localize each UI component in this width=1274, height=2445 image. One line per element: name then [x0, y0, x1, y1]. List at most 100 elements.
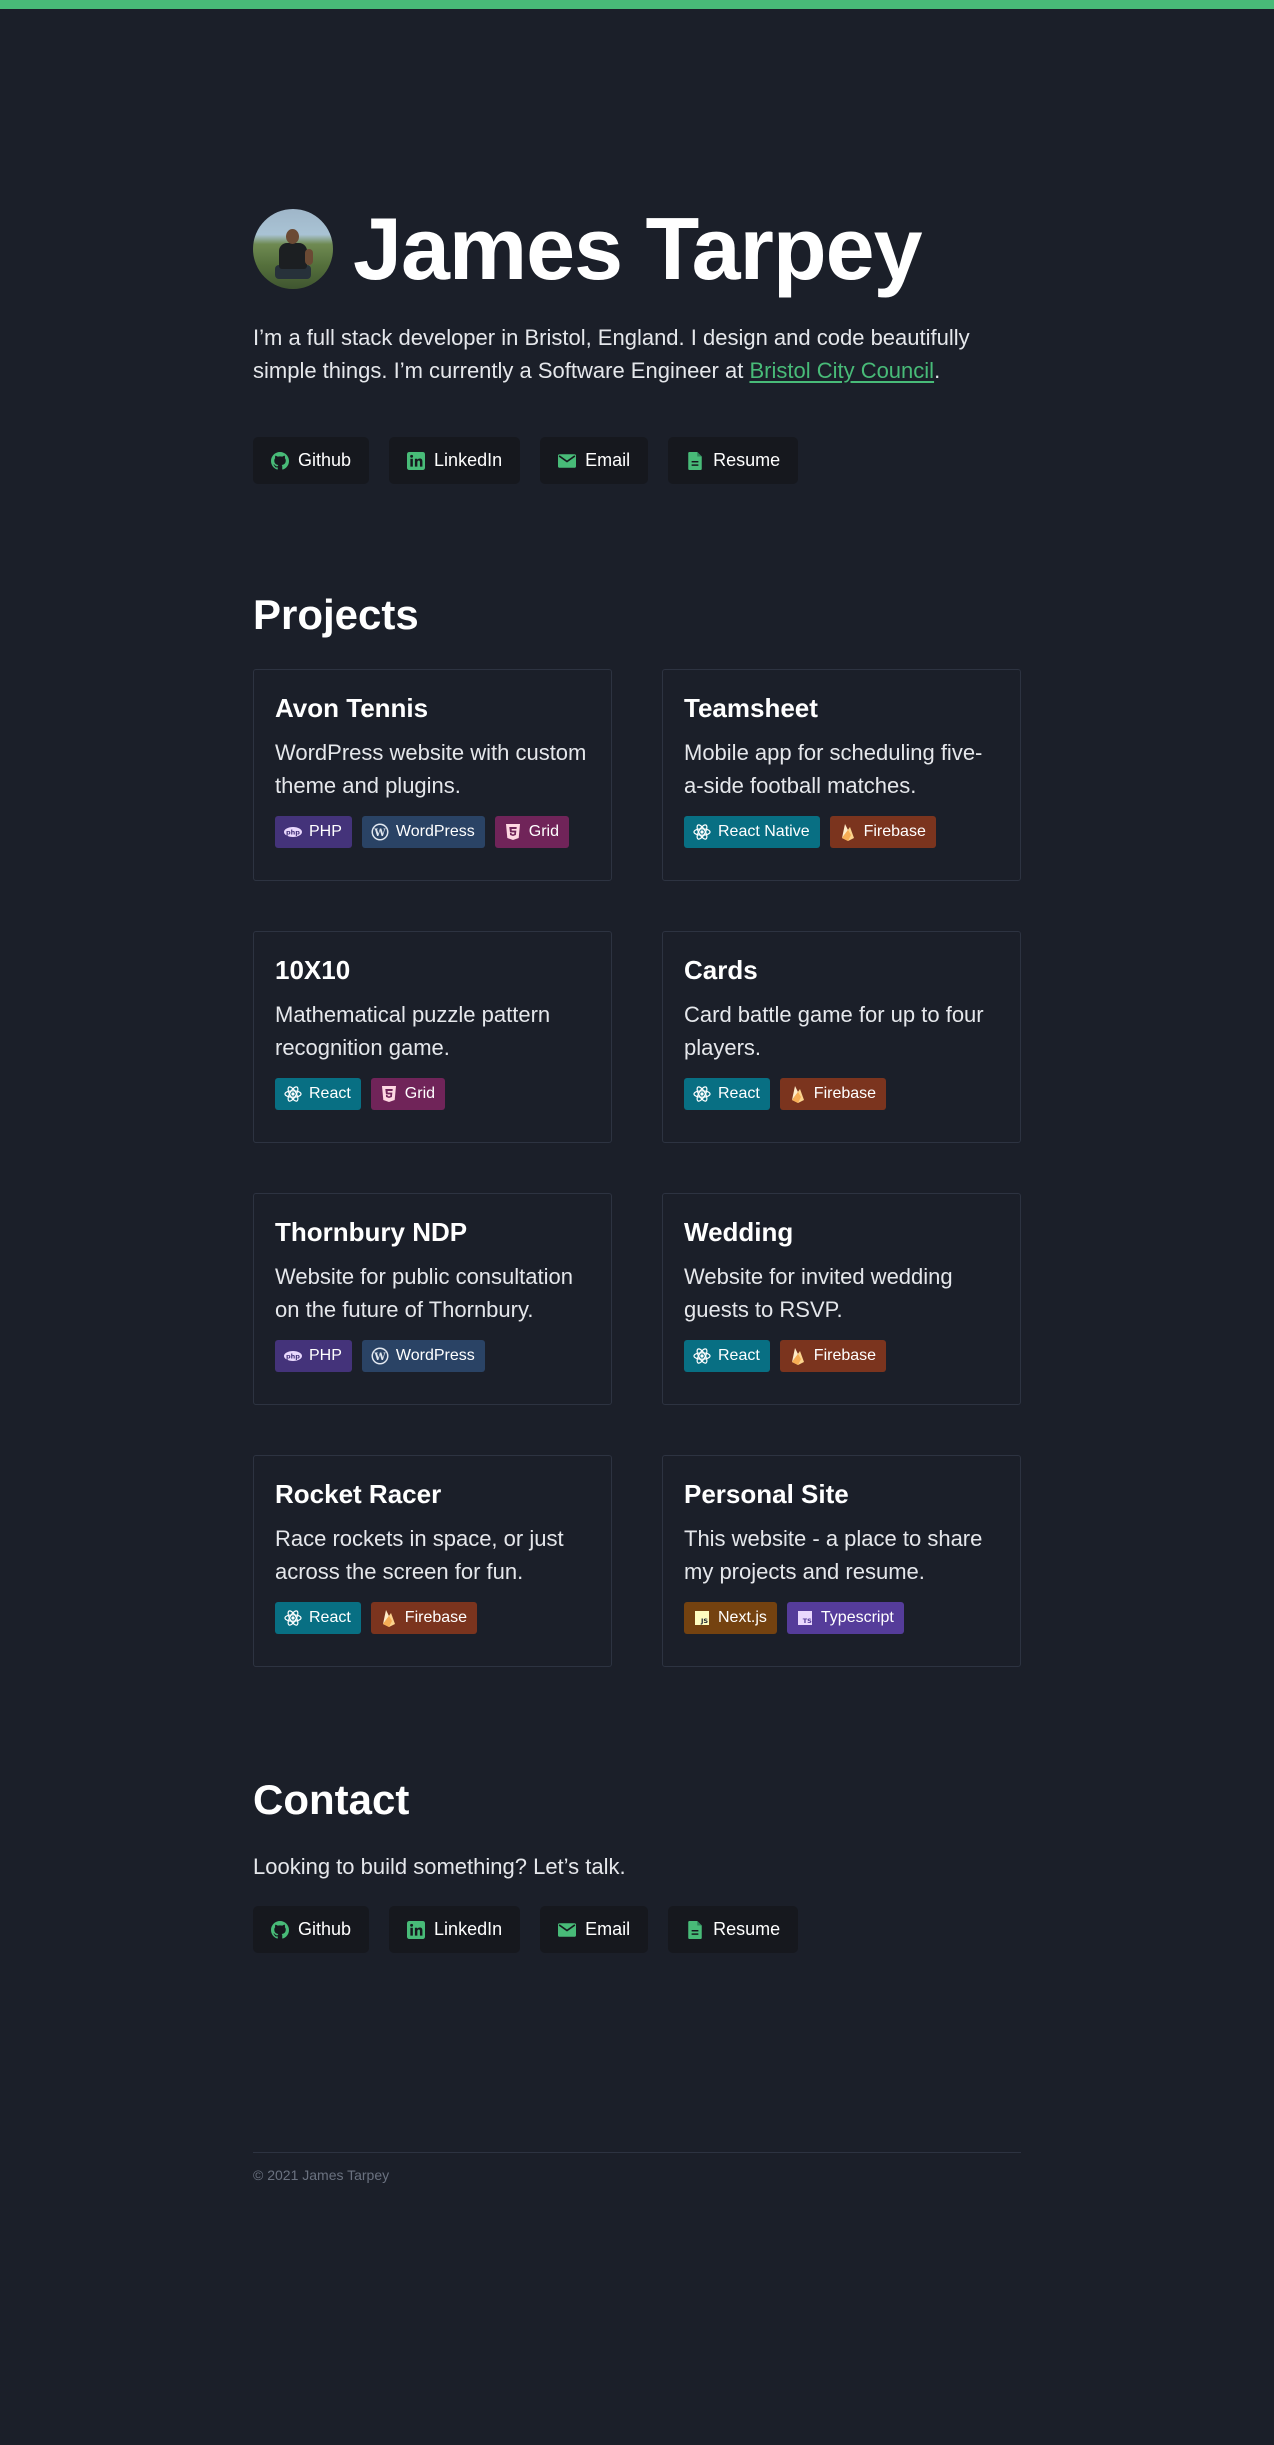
footer-divider	[253, 2152, 1021, 2153]
tech-tag: Grid	[494, 816, 569, 848]
project-title: Teamsheet	[684, 693, 818, 723]
tech-tags: React Native Firebase	[684, 816, 1000, 848]
projects-heading: Projects	[253, 591, 419, 638]
tech-tag: php PHP	[275, 1340, 352, 1372]
react-icon	[692, 1346, 712, 1366]
tech-tag-label: Typescript	[820, 1609, 894, 1626]
document-icon	[686, 451, 704, 470]
tech-tag-label: Firebase	[404, 1609, 468, 1626]
tech-tag-label: PHP	[309, 1347, 342, 1364]
github-label: Github	[298, 1919, 352, 1939]
tech-tags: React Grid	[275, 1078, 591, 1110]
svg-text:php: php	[286, 1353, 300, 1361]
email-button[interactable]: Email	[540, 437, 649, 484]
employer-link[interactable]: Bristol City Council	[749, 358, 934, 383]
tech-tags: React Firebase	[684, 1078, 1000, 1110]
tech-tag-label: React	[718, 1085, 760, 1102]
linkedin-button[interactable]: LinkedIn	[389, 437, 521, 484]
project-card[interactable]: 10X10 Mathematical puzzle pattern recogni…	[253, 931, 612, 1143]
email-label: Email	[585, 1919, 631, 1939]
contact-heading: Contact	[253, 1776, 410, 1823]
tech-tag-label: React	[309, 1085, 351, 1102]
css-icon	[503, 822, 523, 842]
social-links: Github LinkedIn Email Resume	[253, 437, 799, 484]
tech-tag: React	[684, 1078, 770, 1110]
project-description: Mathematical puzzle pattern recognition …	[275, 1002, 551, 1060]
tech-tag: Firebase	[779, 1078, 887, 1110]
project-card[interactable]: Thornbury NDP Website for public consulta…	[253, 1193, 612, 1405]
tech-tag: TS Typescript	[786, 1602, 904, 1634]
top-accent-bar	[0, 0, 1274, 9]
contact-text: Looking to build something? Let’s talk.	[253, 1854, 626, 1879]
document-icon	[686, 1920, 704, 1939]
svg-text:W: W	[373, 1352, 386, 1363]
svg-text:php: php	[286, 829, 300, 837]
header: James Tarpey	[253, 205, 923, 293]
project-description: Card battle game for up to four players.	[684, 1002, 984, 1060]
linkedin-button[interactable]: LinkedIn	[389, 1906, 521, 1953]
project-card[interactable]: Teamsheet Mobile app for scheduling five-…	[662, 669, 1021, 881]
wordpress-icon: W	[370, 822, 390, 842]
svg-text:TS: TS	[803, 1617, 812, 1625]
footer-copyright: © 2021 James Tarpey	[253, 2167, 390, 2183]
tech-tag: React	[684, 1340, 770, 1372]
avatar	[253, 209, 333, 289]
tech-tag: React	[275, 1078, 361, 1110]
intro-text: I’m a full stack developer in Bristol, E…	[253, 325, 970, 383]
firebase-icon	[788, 1084, 808, 1104]
github-button[interactable]: Github	[253, 1906, 370, 1953]
tech-tag-label: React	[718, 1347, 760, 1364]
tech-tags: JS Next.js TS Typescript	[684, 1602, 1000, 1634]
github-icon	[271, 451, 289, 470]
project-description: Website for invited wedding guests to RS…	[684, 1264, 953, 1322]
project-title: Thornbury NDP	[275, 1217, 468, 1247]
typescript-icon: TS	[795, 1608, 815, 1628]
project-title: Personal Site	[684, 1479, 849, 1509]
contact-links: Github LinkedIn Email Resume	[253, 1906, 799, 1953]
linkedin-icon	[407, 1920, 426, 1939]
tech-tag-label: PHP	[309, 823, 342, 840]
project-card[interactable]: Wedding Website for invited wedding guest…	[662, 1193, 1021, 1405]
tech-tag-label: Firebase	[813, 1347, 877, 1364]
tech-tag-label: React Native	[718, 823, 810, 840]
github-icon	[271, 1920, 289, 1939]
resume-button[interactable]: Resume	[668, 1906, 799, 1953]
svg-text:W: W	[373, 828, 386, 839]
react-icon	[692, 1084, 712, 1104]
firebase-icon	[788, 1346, 808, 1366]
tech-tag-label: React	[309, 1609, 351, 1626]
project-card[interactable]: Avon Tennis WordPress website with custom…	[253, 669, 612, 881]
github-button[interactable]: Github	[253, 437, 370, 484]
tech-tag-label: Grid	[404, 1085, 436, 1102]
resume-button[interactable]: Resume	[668, 437, 799, 484]
linkedin-label: LinkedIn	[434, 1919, 503, 1939]
tech-tag: W WordPress	[361, 1340, 485, 1372]
project-card[interactable]: Rocket Racer Race rockets in space, or ju…	[253, 1455, 612, 1667]
project-card[interactable]: Personal Site This website - a place to s…	[662, 1455, 1021, 1667]
tech-tags: React Firebase	[684, 1340, 1000, 1372]
javascript-icon: JS	[692, 1608, 712, 1628]
resume-label: Resume	[713, 450, 781, 470]
php-icon: php	[283, 1346, 303, 1366]
project-description: WordPress website with custom theme and …	[275, 740, 587, 798]
project-description: Race rockets in space, or just across th…	[275, 1526, 564, 1584]
wordpress-icon: W	[370, 1346, 390, 1366]
mail-icon	[558, 1921, 577, 1939]
tech-tag-label: Grid	[528, 823, 559, 840]
email-button[interactable]: Email	[540, 1906, 649, 1953]
tech-tags: React Firebase	[275, 1602, 591, 1634]
linkedin-icon	[407, 451, 426, 470]
email-label: Email	[585, 450, 631, 470]
tech-tag-label: Firebase	[813, 1085, 877, 1102]
react-icon	[283, 1084, 303, 1104]
project-card[interactable]: Cards Card battle game for up to four pla…	[662, 931, 1021, 1143]
svg-text:JS: JS	[700, 1617, 708, 1625]
project-description: Mobile app for scheduling five-a-side fo…	[684, 740, 983, 798]
projects-grid: Avon Tennis WordPress website with custom…	[253, 669, 1021, 1667]
react-icon	[283, 1608, 303, 1628]
project-title: Avon Tennis	[275, 693, 429, 723]
tech-tag-label: Firebase	[863, 823, 926, 840]
firebase-icon	[838, 822, 858, 842]
project-description: This website - a place to share my proje…	[684, 1526, 983, 1584]
project-description: Website for public consultation on the f…	[275, 1264, 573, 1322]
